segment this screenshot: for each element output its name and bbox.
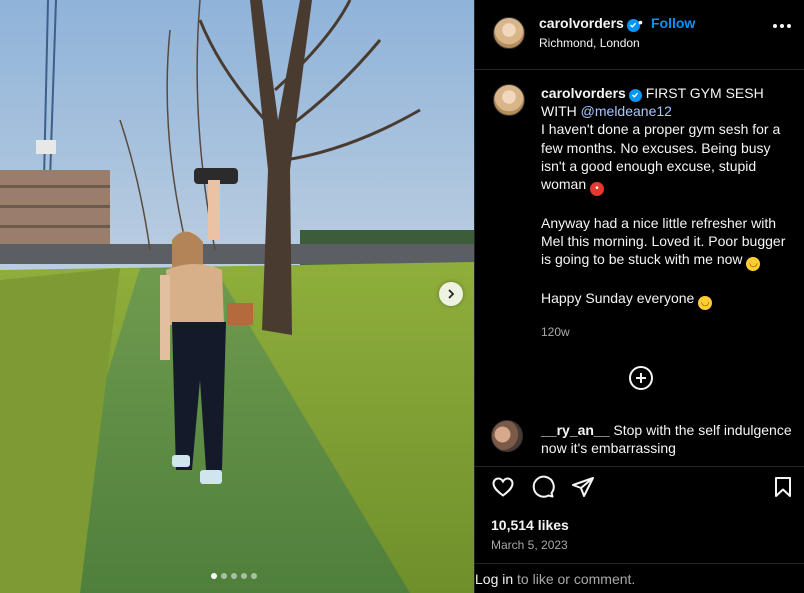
carousel-dot: [231, 573, 237, 579]
caption-username[interactable]: carolvorders: [541, 85, 626, 101]
post-viewer: carolvorders • Follow Richmond, London c…: [0, 0, 804, 593]
post-header: carolvorders • Follow Richmond, London: [475, 0, 804, 70]
comment-item: __ry_an__ Stop with the self indulgence …: [541, 421, 797, 457]
commenter-avatar[interactable]: [491, 420, 523, 452]
caption-paragraph-1: I haven't done a proper gym sesh for a f…: [541, 121, 781, 193]
follow-button[interactable]: Follow: [651, 15, 695, 31]
author-username[interactable]: carolvorders: [539, 15, 640, 32]
heart-icon[interactable]: [491, 475, 515, 499]
more-options-icon[interactable]: [773, 24, 791, 28]
post-date[interactable]: March 5, 2023: [491, 538, 568, 552]
comment-icon[interactable]: [531, 475, 555, 499]
load-more-comments-button[interactable]: [629, 366, 653, 390]
chevron-right-icon: [448, 289, 455, 299]
next-photo-button[interactable]: [439, 282, 463, 306]
post-caption: carolvorders FIRST GYM SESH WITH @meldea…: [541, 84, 797, 311]
carousel-dot: [241, 573, 247, 579]
caption-paragraph-3: Happy Sunday everyone: [541, 290, 695, 307]
post-photo[interactable]: [0, 0, 474, 593]
caption-mention-link[interactable]: @meldeane12: [581, 103, 672, 119]
login-prompt: Log in to like or comment.: [475, 563, 804, 593]
like-count[interactable]: 10,514 likes: [491, 517, 569, 533]
carousel-dot-active: [211, 573, 217, 579]
header-separator: •: [638, 14, 643, 30]
laughing-face-emoji-icon: ◡: [746, 257, 761, 272]
angry-face-emoji-icon: •: [590, 182, 605, 197]
winking-face-emoji-icon: ◡: [698, 296, 713, 311]
carousel-dot: [221, 573, 227, 579]
share-icon[interactable]: [571, 475, 595, 499]
carousel-dot: [251, 573, 257, 579]
bookmark-icon[interactable]: [771, 475, 795, 499]
post-sidebar: carolvorders • Follow Richmond, London c…: [474, 0, 804, 593]
caption-avatar[interactable]: [493, 84, 525, 116]
verified-badge-icon: [628, 88, 642, 102]
commenter-username[interactable]: __ry_an__: [541, 422, 610, 438]
post-location[interactable]: Richmond, London: [539, 36, 640, 50]
login-link[interactable]: Log in: [475, 571, 513, 587]
caption-with: WITH: [541, 103, 577, 120]
caption-headline: FIRST GYM SESH: [645, 85, 764, 101]
login-prompt-text: to like or comment.: [513, 571, 636, 587]
photo-scene: [0, 0, 474, 593]
carousel-dots: [211, 573, 257, 579]
author-avatar[interactable]: [493, 17, 525, 49]
caption-timestamp[interactable]: 120w: [541, 325, 570, 339]
plus-circle-icon: [636, 373, 646, 383]
post-actions: 10,514 likes March 5, 2023 Log in to lik…: [475, 466, 804, 593]
